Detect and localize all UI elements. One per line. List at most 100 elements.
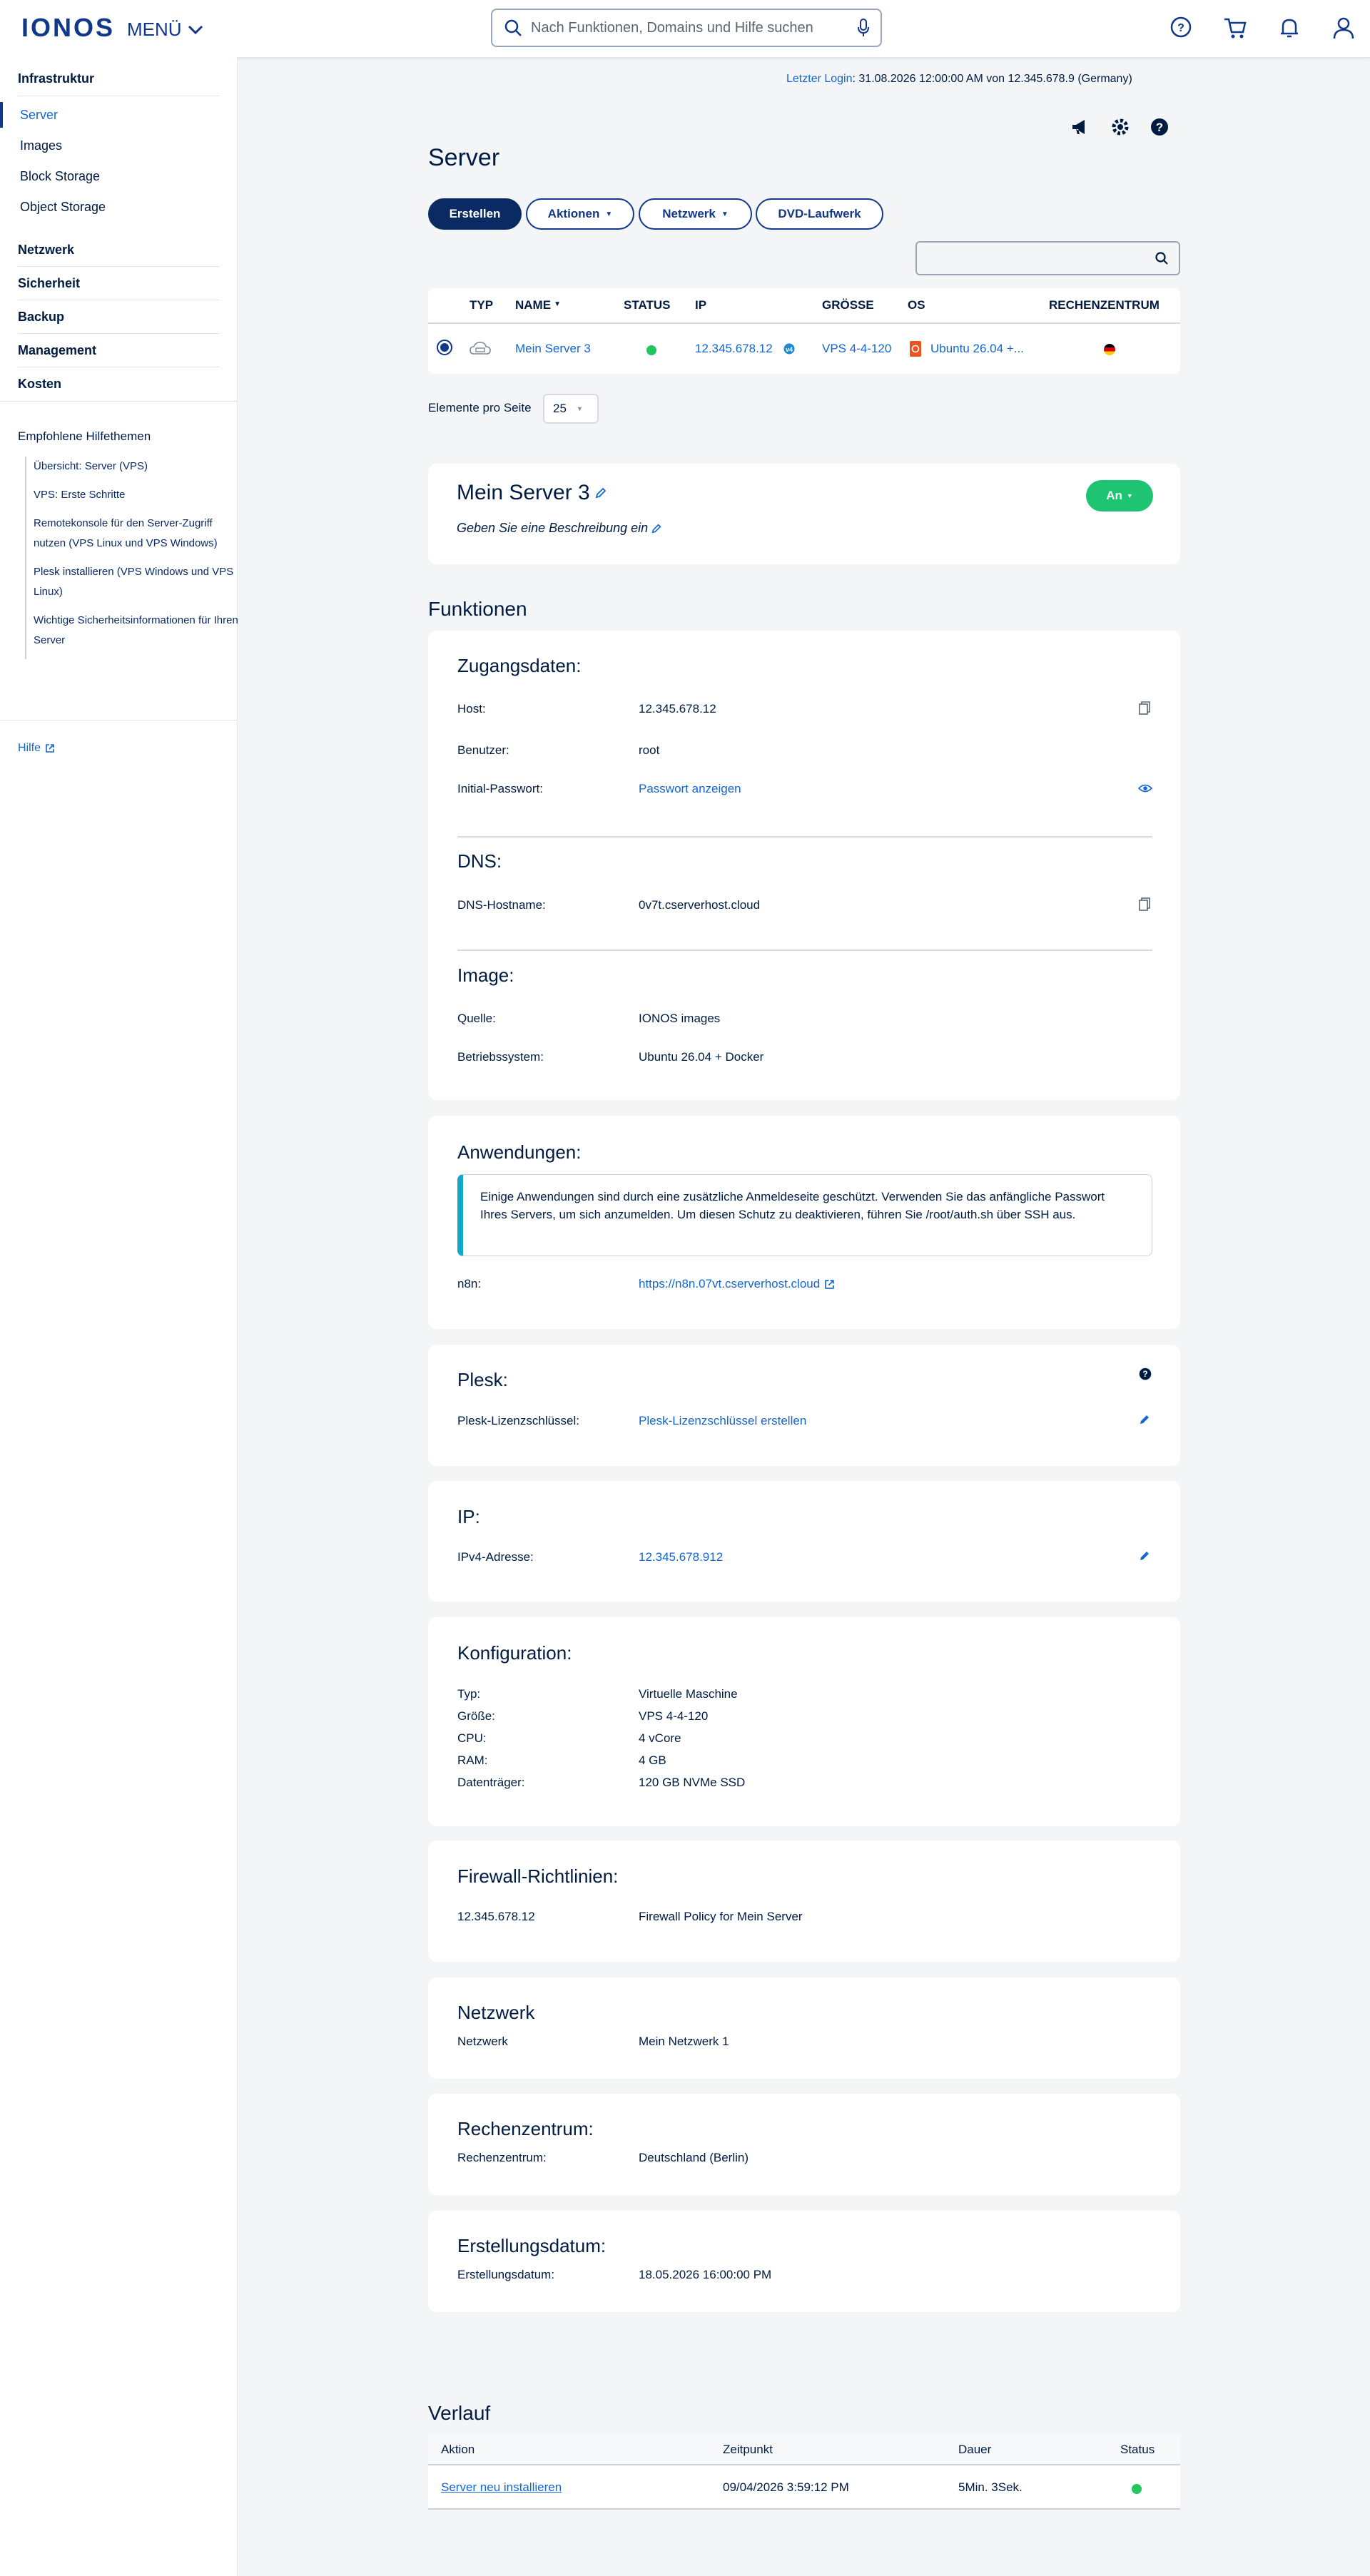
cart-icon[interactable]: [1223, 16, 1247, 40]
last-login-value: : 31.08.2026 12:00:00 AM von 12.345.678.…: [852, 73, 1132, 85]
help-chat-icon[interactable]: ?: [1169, 16, 1193, 40]
firewall-card: Firewall-Richtlinien: 12.345.678.12 Fire…: [428, 1841, 1180, 1962]
caret-down-icon: ▼: [576, 405, 583, 412]
help-icon[interactable]: ?: [1139, 1368, 1152, 1380]
sidebar-item-object-storage[interactable]: Object Storage: [20, 200, 106, 215]
bell-icon[interactable]: [1277, 16, 1302, 40]
help-link-label: Hilfe: [18, 742, 41, 754]
divider: [18, 266, 219, 267]
dns-hostname-value: 0v7t.cserverhost.cloud: [639, 898, 761, 912]
power-status-button[interactable]: An ▼: [1086, 480, 1153, 511]
ipv4-value[interactable]: 12.345.678.912: [639, 1550, 723, 1564]
sidebar-section-backup[interactable]: Backup: [18, 310, 64, 325]
divider: [0, 401, 237, 402]
help-topic-link[interactable]: Wichtige Sicherheitsinformationen für Ih…: [34, 611, 240, 651]
help-link[interactable]: Hilfe: [18, 742, 55, 755]
server-os-link[interactable]: Ubuntu 26.04 +...: [930, 342, 1024, 356]
help-topic-link[interactable]: Übersicht: Server (VPS): [34, 457, 240, 477]
create-button[interactable]: Erstellen: [428, 198, 522, 230]
search-icon: [504, 19, 522, 36]
caret-down-icon: ▼: [605, 210, 613, 218]
history-time: 09/04/2026 3:59:12 PM: [723, 2480, 849, 2494]
sidebar-item-block-storage[interactable]: Block Storage: [20, 169, 100, 184]
search-box[interactable]: Nach Funktionen, Domains und Hilfe suche…: [491, 9, 882, 47]
megaphone-icon[interactable]: [1070, 118, 1089, 136]
sidebar-section-netzwerk[interactable]: Netzwerk: [18, 243, 74, 258]
divider: [457, 950, 1152, 951]
plesk-title: Plesk:: [457, 1369, 508, 1390]
column-header-size: GRÖSSE: [822, 298, 874, 312]
history-action-link[interactable]: Server neu installieren: [441, 2480, 562, 2495]
image-title: Image:: [457, 964, 514, 986]
config-disk-value: 120 GB NVMe SSD: [639, 1776, 746, 1789]
pencil-icon[interactable]: [1138, 1413, 1151, 1426]
server-table: TYP NAME ▼ STATUS IP GRÖSSE OS RECHENZENT…: [428, 288, 1180, 374]
history-header-row: [428, 2435, 1180, 2464]
actions-dropdown[interactable]: Aktionen ▼: [526, 198, 634, 230]
row-radio[interactable]: [437, 340, 452, 355]
copy-icon[interactable]: [1138, 701, 1151, 716]
pencil-icon[interactable]: [651, 523, 662, 534]
creation-date-card: Erstellungsdatum: Erstellungsdatum: 18.0…: [428, 2211, 1180, 2312]
copy-icon[interactable]: [1138, 897, 1151, 912]
last-login-link[interactable]: Letzter Login: [786, 73, 853, 85]
network-dropdown[interactable]: Netzwerk ▼: [639, 198, 752, 230]
create-plesk-key-link[interactable]: Plesk-Lizenzschlüssel erstellen: [639, 1414, 806, 1428]
server-size-link[interactable]: VPS 4-4-120: [822, 342, 891, 356]
image-source-value: IONOS images: [639, 1012, 721, 1025]
datacenter-title: Rechenzentrum:: [457, 2118, 594, 2139]
ionos-logo[interactable]: IONOS: [21, 13, 115, 43]
microphone-icon[interactable]: [856, 18, 871, 38]
history-header-status: Status: [1120, 2443, 1155, 2456]
menu-button[interactable]: MENÜ: [127, 19, 203, 41]
help-topics-list: Übersicht: Server (VPS) VPS: Erste Schri…: [25, 457, 240, 659]
items-per-page-select[interactable]: 25 ▼: [543, 394, 599, 424]
server-ip-link[interactable]: 12.345.678.12: [695, 342, 773, 356]
help-icon[interactable]: ?: [1150, 118, 1169, 136]
sidebar-section-kosten[interactable]: Kosten: [18, 377, 61, 392]
sidebar-section-infrastruktur[interactable]: Infrastruktur: [18, 71, 94, 86]
sidebar-section-sicherheit[interactable]: Sicherheit: [18, 276, 80, 291]
help-topics-title: Empfohlene Hilfethemen: [18, 429, 151, 443]
history-table: Aktion Zeitpunkt Dauer Status Server neu…: [428, 2435, 1180, 2510]
auth-notice: Einige Anwendungen sind durch eine zusät…: [457, 1174, 1152, 1256]
server-name-heading[interactable]: Mein Server 3: [457, 481, 607, 505]
configuration-title: Konfiguration:: [457, 1642, 572, 1664]
n8n-link[interactable]: https://n8n.07vt.cserverhost.cloud: [639, 1277, 835, 1291]
ipv4-label: IPv4-Adresse:: [457, 1550, 534, 1564]
dvd-drive-button[interactable]: DVD-Laufwerk: [756, 198, 883, 230]
svg-text:?: ?: [1177, 22, 1184, 34]
datacenter-label: Rechenzentrum:: [457, 2151, 547, 2164]
history-header-time: Zeitpunkt: [723, 2443, 773, 2456]
help-topic-link[interactable]: Remotekonsole für den Server-Zugriff nut…: [34, 514, 240, 554]
sidebar-item-server[interactable]: Server: [20, 108, 58, 123]
firewall-policy: Firewall Policy for Mein Server: [639, 1910, 803, 1923]
eye-icon[interactable]: [1138, 783, 1152, 793]
user-icon[interactable]: [1331, 16, 1356, 40]
access-title: Zugangsdaten:: [457, 655, 582, 676]
search-input[interactable]: Nach Funktionen, Domains und Hilfe suche…: [531, 20, 856, 36]
column-header-name[interactable]: NAME ▼: [515, 298, 561, 312]
ubuntu-os-icon: [910, 341, 921, 357]
pencil-icon[interactable]: [594, 487, 607, 499]
show-password-link[interactable]: Passwort anzeigen: [639, 782, 741, 796]
help-topic-link[interactable]: Plesk installieren (VPS Windows und VPS …: [34, 562, 240, 602]
server-description[interactable]: Geben Sie eine Beschreibung ein: [457, 521, 662, 536]
sidebar-section-management[interactable]: Management: [18, 343, 96, 358]
datacenter-value: Deutschland (Berlin): [639, 2151, 749, 2164]
gear-icon[interactable]: [1110, 117, 1130, 137]
n8n-label: n8n:: [457, 1277, 482, 1290]
active-indicator: [0, 102, 3, 128]
server-name-link[interactable]: Mein Server 3: [515, 342, 591, 356]
divider: [457, 836, 1152, 838]
column-header-os: OS: [908, 298, 925, 312]
server-filter-input[interactable]: [915, 241, 1180, 275]
creation-date-title: Erstellungsdatum:: [457, 2235, 607, 2256]
datacenter-card: Rechenzentrum: Rechenzentrum: Deutschlan…: [428, 2094, 1180, 2195]
ip-info-icon[interactable]: v4: [782, 343, 796, 355]
pencil-icon[interactable]: [1138, 1549, 1151, 1562]
svg-text:?: ?: [1142, 1370, 1147, 1379]
status-indicator: [1132, 2484, 1142, 2494]
sidebar-item-images[interactable]: Images: [20, 138, 62, 153]
help-topic-link[interactable]: VPS: Erste Schritte: [34, 485, 240, 505]
